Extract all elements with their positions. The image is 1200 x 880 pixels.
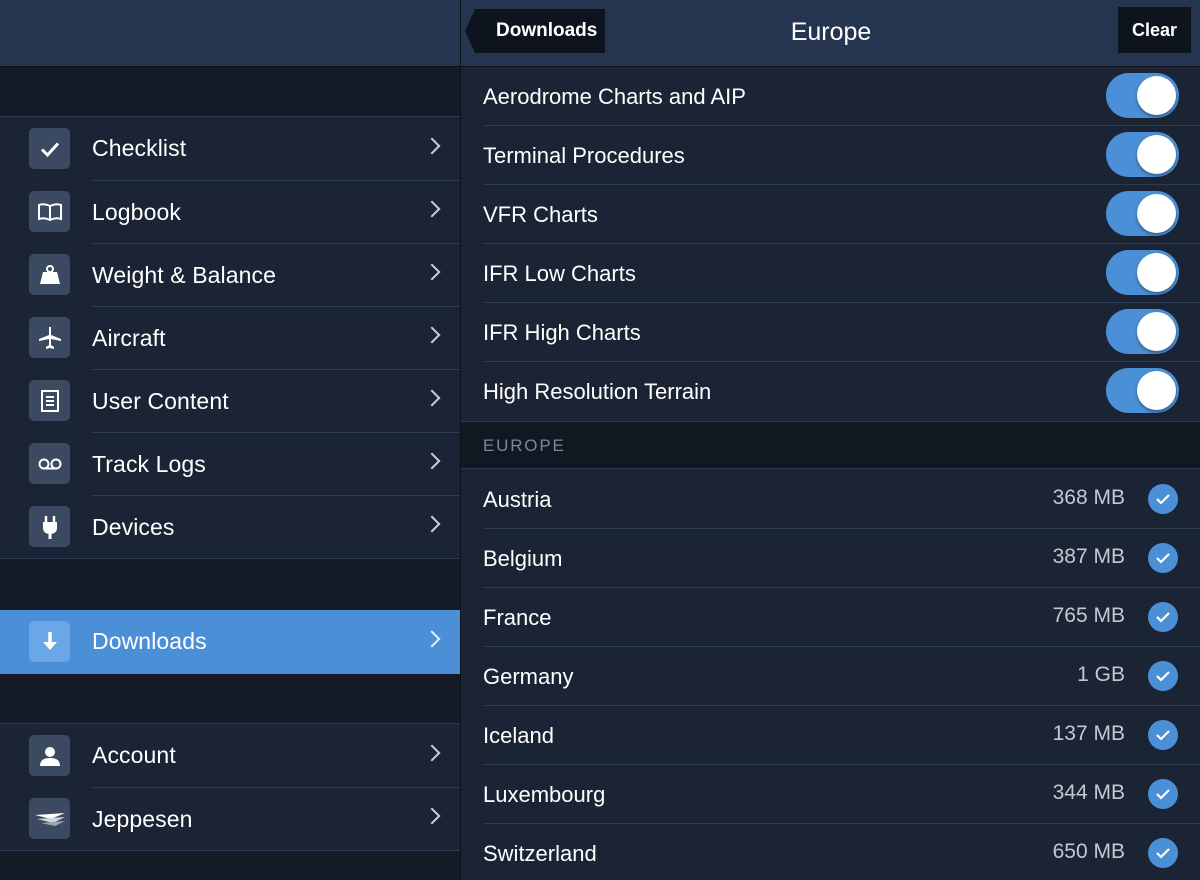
sidebar-item-devices[interactable]: Devices bbox=[0, 495, 460, 558]
region-name: Belgium bbox=[483, 546, 563, 571]
checkmark-circle-icon[interactable] bbox=[1148, 720, 1178, 750]
region-size: 344 MB bbox=[1052, 781, 1125, 804]
toggle-label: Terminal Procedures bbox=[483, 143, 685, 168]
jeppesen-logo-icon bbox=[29, 798, 70, 839]
person-icon bbox=[29, 735, 70, 776]
checkmark-circle-icon[interactable] bbox=[1148, 484, 1178, 514]
detail-pane: Downloads Europe Clear Aerodrome Charts … bbox=[460, 0, 1200, 880]
sidebar-item-downloads[interactable]: Downloads bbox=[0, 610, 460, 674]
sidebar-item-logbook[interactable]: Logbook bbox=[0, 180, 460, 243]
section-header: EUROPE bbox=[461, 421, 1200, 469]
region-size: 765 MB bbox=[1052, 604, 1125, 627]
toggle-knob bbox=[1137, 135, 1176, 174]
high-resolution-terrain-toggle[interactable] bbox=[1106, 368, 1179, 413]
toggle-knob bbox=[1137, 371, 1176, 410]
sidebar-item-label: Track Logs bbox=[92, 450, 206, 477]
checkmark-circle-icon[interactable] bbox=[1148, 543, 1178, 573]
toggle-label: VFR Charts bbox=[483, 202, 598, 227]
download-arrow-icon bbox=[29, 621, 70, 662]
region-name: Iceland bbox=[483, 723, 554, 748]
toggle-row: IFR High Charts bbox=[461, 303, 1200, 362]
toggle-knob bbox=[1137, 76, 1176, 115]
sidebar-item-label: Aircraft bbox=[92, 324, 166, 351]
sidebar-item-label: Checklist bbox=[92, 135, 187, 161]
airplane-icon bbox=[29, 317, 70, 358]
region-row[interactable]: Germany 1 GB bbox=[461, 647, 1200, 706]
checkmark-circle-icon[interactable] bbox=[1148, 661, 1178, 691]
region-size: 650 MB bbox=[1052, 840, 1125, 863]
weight-icon bbox=[29, 254, 70, 295]
sidebar-item-jeppesen[interactable]: Jeppesen bbox=[0, 787, 460, 850]
plug-icon bbox=[29, 506, 70, 547]
toggle-label: Aerodrome Charts and AIP bbox=[483, 84, 746, 109]
toggle-row: Terminal Procedures bbox=[461, 126, 1200, 185]
region-name: France bbox=[483, 605, 552, 630]
checkmark-icon bbox=[29, 128, 70, 169]
region-size: 387 MB bbox=[1052, 545, 1125, 568]
track-icon bbox=[29, 443, 70, 484]
region-row[interactable]: Iceland 137 MB bbox=[461, 706, 1200, 765]
toggle-label: High Resolution Terrain bbox=[483, 379, 712, 404]
sidebar-item-label: Account bbox=[92, 742, 176, 768]
toggle-row: High Resolution Terrain bbox=[461, 362, 1200, 421]
toggle-row: Aerodrome Charts and AIP bbox=[461, 67, 1200, 126]
region-name: Luxembourg bbox=[483, 782, 606, 807]
sidebar-item-label: Weight & Balance bbox=[92, 261, 277, 288]
region-size: 1 GB bbox=[1077, 663, 1125, 686]
checkmark-circle-icon[interactable] bbox=[1148, 602, 1178, 632]
region-row[interactable]: Luxembourg 344 MB bbox=[461, 765, 1200, 824]
region-name: Switzerland bbox=[483, 841, 597, 866]
terminal-procedures-toggle[interactable] bbox=[1106, 132, 1179, 177]
checkmark-circle-icon[interactable] bbox=[1148, 779, 1178, 809]
region-size: 368 MB bbox=[1052, 486, 1125, 509]
sidebar-group-account: Account Jeppesen bbox=[0, 723, 460, 851]
sidebar-item-label: Logbook bbox=[92, 198, 181, 225]
sidebar-item-checklist[interactable]: Checklist bbox=[0, 117, 460, 180]
region-row[interactable]: Austria 368 MB bbox=[461, 470, 1200, 529]
toggle-label: IFR Low Charts bbox=[483, 261, 636, 286]
vfr-charts-toggle[interactable] bbox=[1106, 191, 1179, 236]
sidebar-item-weight-balance[interactable]: Weight & Balance bbox=[0, 243, 460, 306]
toggle-knob bbox=[1137, 194, 1176, 233]
ifr-low-charts-toggle[interactable] bbox=[1106, 250, 1179, 295]
region-row[interactable]: Switzerland 650 MB bbox=[461, 824, 1200, 880]
checkmark-circle-icon[interactable] bbox=[1148, 838, 1178, 868]
sidebar-header bbox=[0, 0, 460, 67]
aerodrome-charts-toggle[interactable] bbox=[1106, 73, 1179, 118]
app: Checklist Logbook Weight & Balance Aircr… bbox=[0, 0, 1200, 880]
sidebar-item-label: Jeppesen bbox=[92, 805, 193, 832]
sidebar: Checklist Logbook Weight & Balance Aircr… bbox=[0, 0, 460, 880]
region-size: 137 MB bbox=[1052, 722, 1125, 745]
sidebar-group-downloads: Downloads bbox=[0, 610, 460, 674]
sidebar-item-account[interactable]: Account bbox=[0, 724, 460, 787]
toggle-label: IFR High Charts bbox=[483, 320, 641, 345]
sidebar-item-track-logs[interactable]: Track Logs bbox=[0, 432, 460, 495]
navigation-bar: Downloads Europe Clear bbox=[461, 0, 1200, 67]
section-title: EUROPE bbox=[483, 436, 566, 455]
back-button[interactable]: Downloads bbox=[465, 9, 605, 53]
toggle-row: VFR Charts bbox=[461, 185, 1200, 244]
sidebar-item-aircraft[interactable]: Aircraft bbox=[0, 306, 460, 369]
region-name: Germany bbox=[483, 664, 574, 689]
region-row[interactable]: France 765 MB bbox=[461, 588, 1200, 647]
toggle-knob bbox=[1137, 253, 1176, 292]
sidebar-group-tools: Checklist Logbook Weight & Balance Aircr… bbox=[0, 116, 460, 559]
document-icon bbox=[29, 380, 70, 421]
sidebar-item-user-content[interactable]: User Content bbox=[0, 369, 460, 432]
ifr-high-charts-toggle[interactable] bbox=[1106, 309, 1179, 354]
sidebar-item-label: Downloads bbox=[92, 628, 207, 654]
toggle-row: IFR Low Charts bbox=[461, 244, 1200, 303]
sidebar-item-label: Devices bbox=[92, 513, 175, 540]
sidebar-item-label: User Content bbox=[92, 387, 229, 414]
book-icon bbox=[29, 191, 70, 232]
toggle-knob bbox=[1137, 312, 1176, 351]
clear-button[interactable]: Clear bbox=[1118, 7, 1191, 53]
region-row[interactable]: Belgium 387 MB bbox=[461, 529, 1200, 588]
region-name: Austria bbox=[483, 487, 552, 512]
